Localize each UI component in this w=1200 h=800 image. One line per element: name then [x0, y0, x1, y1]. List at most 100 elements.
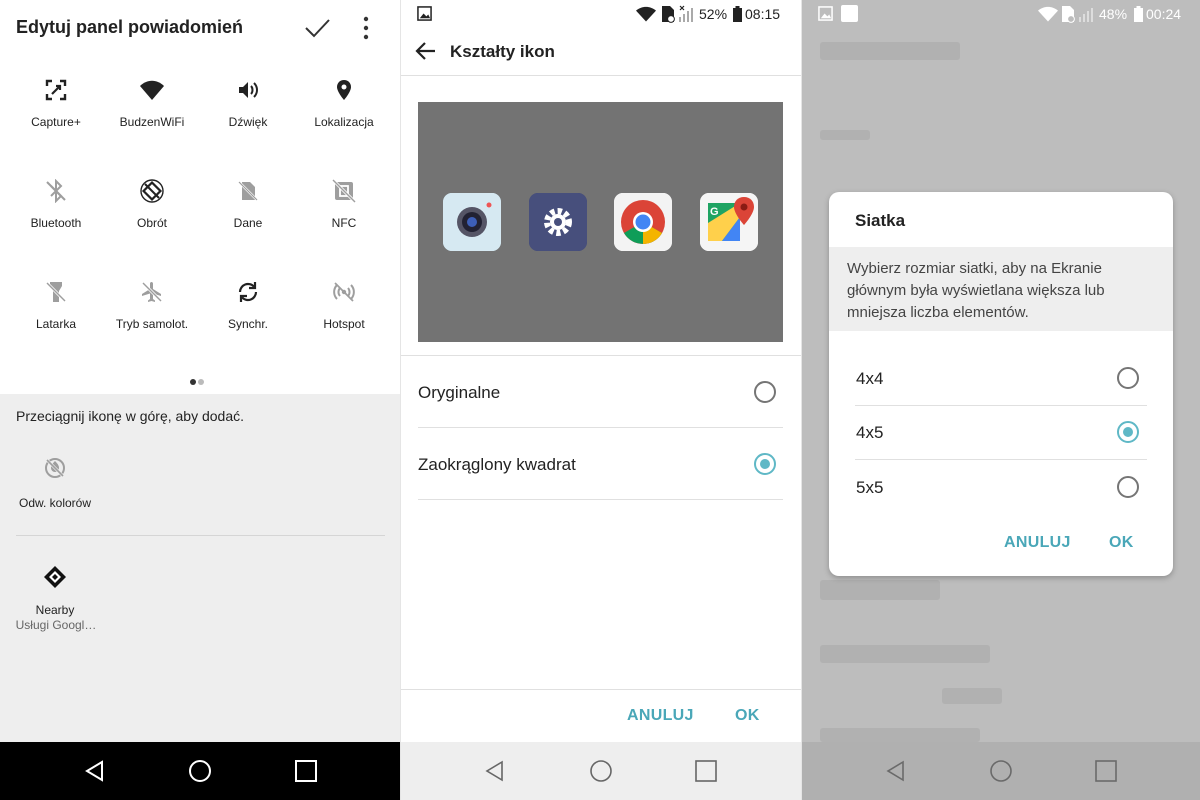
tile-sync[interactable]: Synchr.	[200, 280, 296, 360]
radio-button[interactable]	[1117, 367, 1139, 389]
option-4x5[interactable]: 4x5	[829, 406, 1173, 459]
tile-flashlight[interactable]: Latarka	[8, 280, 104, 360]
tile-nfc[interactable]: NFC	[296, 179, 392, 259]
tile-label: Bluetooth	[30, 216, 82, 230]
ok-button[interactable]: OK	[1109, 534, 1134, 552]
option-rounded-square[interactable]: Zaokrąglony kwadrat	[401, 428, 801, 499]
page-indicator	[190, 372, 206, 390]
wifi-icon	[636, 6, 656, 22]
tile-bluetooth[interactable]: Bluetooth	[8, 179, 104, 259]
option-label: 4x5	[856, 423, 884, 442]
battery-percent: 52%	[699, 6, 728, 22]
background-content	[820, 130, 870, 140]
tile-label: Tryb samolot.	[115, 317, 189, 331]
invert-colors-icon	[45, 458, 65, 478]
tile-location[interactable]: Lokalizacja	[296, 78, 392, 158]
data-off-icon	[238, 181, 258, 201]
hotspot-off-icon	[333, 282, 355, 302]
status-bar: 48% 00:24	[802, 0, 1200, 28]
checkmark-icon[interactable]	[302, 14, 332, 42]
navigation-bar	[802, 742, 1200, 800]
option-label: Zaokrąglony kwadrat	[418, 455, 576, 474]
recents-icon[interactable]	[294, 759, 318, 783]
home-icon[interactable]	[188, 759, 212, 783]
dialog-description-text: Wybierz rozmiar siatki, aby na Ekranie g…	[847, 260, 1105, 321]
tile-label: Nearby	[35, 603, 75, 617]
gallery-notification-icon	[818, 6, 833, 21]
radio-button[interactable]	[1117, 476, 1139, 498]
cancel-button[interactable]: ANULUJ	[627, 707, 694, 725]
icon-shape-preview: G	[418, 102, 783, 342]
tile-wifi[interactable]: BudzenWiFi	[104, 78, 200, 158]
tile-nearby[interactable]: Nearby Usługi Googl…	[7, 565, 103, 635]
back-arrow-icon[interactable]	[415, 41, 437, 61]
capture-plus-icon	[45, 79, 67, 101]
tile-label: Obrót	[136, 216, 167, 230]
sim-icon	[1062, 6, 1075, 23]
available-tiles-tray: Przeciągnij ikonę w górę, aby dodać. Odw…	[0, 394, 400, 742]
tile-label: Capture+	[31, 115, 81, 129]
dialog-description: Wybierz rozmiar siatki, aby na Ekranie g…	[829, 247, 1173, 331]
recents-icon[interactable]	[1094, 759, 1118, 783]
option-5x5[interactable]: 5x5	[829, 460, 1173, 513]
divider	[401, 689, 801, 690]
header: Edytuj panel powiadomień	[0, 0, 400, 56]
option-label: Oryginalne	[418, 383, 501, 402]
home-icon[interactable]	[989, 759, 1013, 783]
rotation-icon	[140, 179, 164, 203]
home-icon[interactable]	[589, 759, 613, 783]
signal-icon	[1079, 8, 1093, 22]
page-dot-active	[190, 379, 196, 385]
tile-sound[interactable]: Dźwięk	[200, 78, 296, 158]
more-options-icon[interactable]	[356, 14, 376, 42]
tray-hint: Przeciągnij ikonę w górę, aby dodać.	[16, 408, 245, 424]
option-4x4[interactable]: 4x4	[829, 351, 1173, 404]
app-bar: Kształty ikon	[401, 28, 801, 76]
tile-label: Lokalizacja	[314, 115, 374, 129]
settings-app-icon	[529, 193, 587, 251]
tile-label: Latarka	[35, 317, 77, 331]
gallery-notification-icon	[417, 6, 432, 21]
clock: 00:24	[1146, 6, 1182, 22]
tile-capture-plus[interactable]: Capture+	[8, 78, 104, 158]
tile-label: Synchr.	[227, 317, 269, 331]
recents-icon[interactable]	[694, 759, 718, 783]
back-icon[interactable]	[483, 759, 507, 783]
clock: 08:15	[745, 6, 781, 22]
ok-button[interactable]: OK	[735, 707, 760, 725]
background-content	[942, 688, 1002, 704]
nearby-icon	[44, 566, 66, 588]
cancel-button[interactable]: ANULUJ	[1004, 534, 1071, 552]
back-icon[interactable]	[83, 759, 107, 783]
radio-button[interactable]	[754, 381, 776, 403]
option-label: 4x4	[856, 369, 884, 388]
page-title: Kształty ikon	[450, 42, 555, 61]
tile-rotation[interactable]: Obrót	[104, 179, 200, 259]
background-content	[820, 42, 960, 60]
flashlight-off-icon	[45, 281, 67, 303]
grid-size-dialog-screen: 48% 00:24 Siatka Wybierz rozmiar siatki,…	[802, 0, 1200, 800]
bluetooth-off-icon	[46, 179, 66, 203]
radio-button-selected[interactable]	[1117, 421, 1139, 443]
divider	[418, 499, 783, 500]
background-content	[820, 645, 990, 663]
radio-button-selected[interactable]	[754, 453, 776, 475]
option-original[interactable]: Oryginalne	[401, 356, 801, 427]
tile-label: Odw. kolorów	[18, 496, 92, 510]
divider	[16, 535, 385, 536]
back-icon[interactable]	[884, 759, 908, 783]
tile-invert-colors[interactable]: Odw. kolorów	[7, 456, 103, 516]
battery-icon	[1134, 6, 1143, 22]
wifi-icon	[1038, 6, 1058, 22]
tile-label: BudzenWiFi	[119, 115, 185, 129]
tile-hotspot[interactable]: Hotspot	[296, 280, 392, 360]
icon-shapes-screen: 52% 08:15 Kształty ikon G Oryginalne Zao…	[401, 0, 801, 800]
navigation-bar	[401, 742, 801, 800]
tile-data[interactable]: Dane	[200, 179, 296, 259]
tile-airplane[interactable]: Tryb samolot.	[104, 280, 200, 360]
page-title: Edytuj panel powiadomień	[16, 17, 244, 37]
page-dot	[198, 379, 204, 385]
wifi-icon	[140, 80, 164, 100]
airplane-off-icon	[141, 281, 163, 303]
battery-icon	[733, 6, 742, 22]
